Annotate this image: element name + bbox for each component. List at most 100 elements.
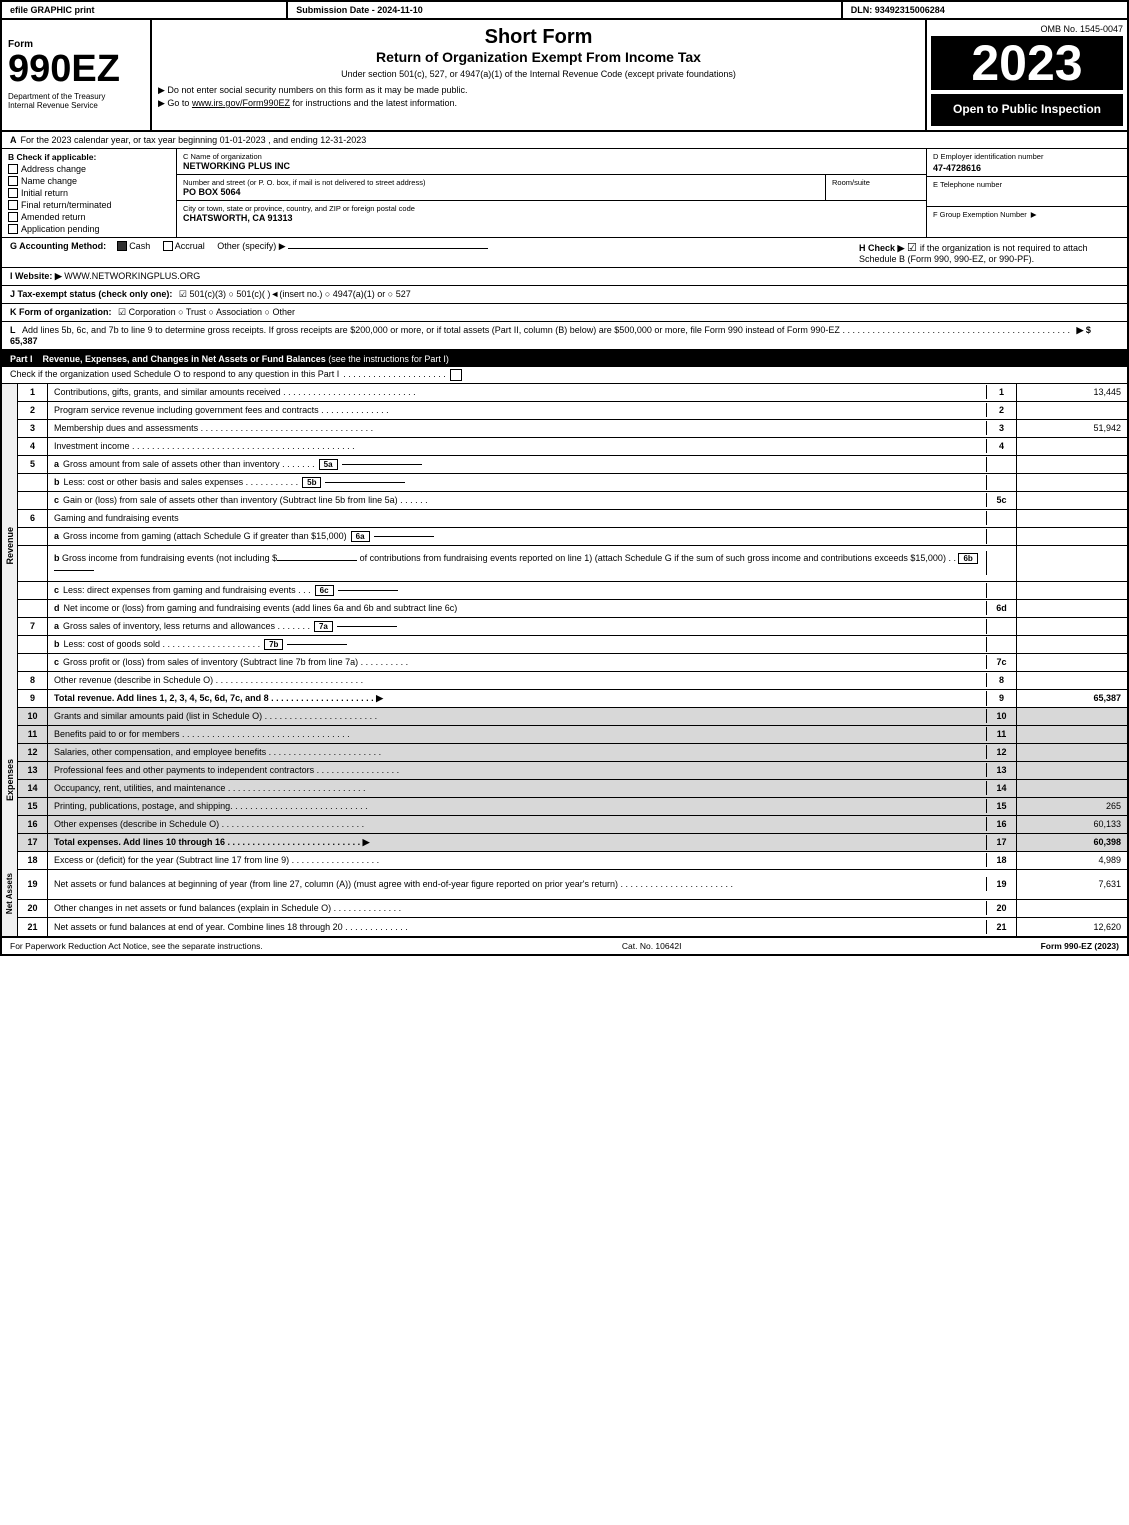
amended-return-checkbox[interactable] (8, 212, 18, 222)
org-name-value: NETWORKING PLUS INC (183, 161, 920, 171)
row-linenum-18: 18 (987, 852, 1017, 869)
accrual-label: Accrual (175, 241, 205, 251)
row-value-3: 51,942 (1017, 423, 1127, 433)
k-label: K Form of organization: (10, 307, 112, 317)
room-label: Room/suite (832, 178, 920, 187)
org-name-label: C Name of organization (183, 152, 920, 161)
net-assets-row-20: 20 Other changes in net assets or fund b… (18, 900, 1127, 918)
row-num-7: 7 (18, 618, 48, 635)
row-num-8: 8 (18, 672, 48, 689)
address-value: PO BOX 5064 (183, 187, 819, 197)
revenue-row-1: 1 Contributions, gifts, grants, and simi… (18, 384, 1127, 402)
other-specify: Other (specify) ▶ (217, 241, 285, 251)
row-value-21: 12,620 (1017, 922, 1127, 932)
revenue-row-6d: d Net income or (loss) from gaming and f… (18, 600, 1127, 618)
year-display: 2023 (931, 36, 1123, 90)
row-desc-5b: b Less: cost or other basis and sales ex… (48, 475, 987, 490)
row-value-9: 65,387 (1017, 693, 1127, 703)
part1-label: Part I (10, 354, 33, 364)
schedule-o-checkbox[interactable] (450, 369, 462, 381)
revenue-row-7c: c Gross profit or (loss) from sales of i… (18, 654, 1127, 672)
row-num-19: 19 (18, 870, 48, 899)
h-checkbox[interactable]: ☑ (907, 242, 920, 254)
city-value: CHATSWORTH, CA 91313 (183, 213, 920, 223)
l-arrow: ▶ $ (1077, 325, 1091, 335)
row-linenum-10: 10 (987, 708, 1017, 725)
part1-check-row: Check if the organization used Schedule … (0, 367, 1129, 384)
expense-row-17: 17 Total expenses. Add lines 10 through … (18, 834, 1127, 852)
row-linenum-9: 9 (987, 690, 1017, 707)
row-desc-3: Membership dues and assessments . . . . … (48, 421, 987, 435)
row-num-16: 16 (18, 816, 48, 833)
k-row: K Form of organization: ☑ Corporation ○ … (0, 304, 1129, 322)
checkbox-name-change: Name change (8, 176, 170, 186)
revenue-row-7a: 7 a Gross sales of inventory, less retur… (18, 618, 1127, 636)
l-label: L (10, 325, 16, 335)
row-value-16: 60,133 (1017, 819, 1127, 829)
row-desc-6a: a Gross income from gaming (attach Sched… (48, 529, 987, 544)
form-990ez-page: efile GRAPHIC print Submission Date - 20… (0, 0, 1129, 956)
row-value-19: 7,631 (1017, 879, 1127, 889)
row-desc-4: Investment income . . . . . . . . . . . … (48, 439, 987, 453)
revenue-row-5a: 5 a Gross amount from sale of assets oth… (18, 456, 1127, 474)
tax-exempt-row: J Tax-exempt status (check only one): ☑ … (0, 286, 1129, 304)
row-num-9: 9 (18, 690, 48, 707)
net-assets-row-18: 18 Excess or (deficit) for the year (Sub… (18, 852, 1127, 870)
revenue-row-6c: c Less: direct expenses from gaming and … (18, 582, 1127, 600)
final-return-label: Final return/terminated (21, 200, 112, 210)
expense-row-14: 14 Occupancy, rent, utilities, and maint… (18, 780, 1127, 798)
cash-label: Cash (129, 241, 150, 251)
row-linenum-14: 14 (987, 780, 1017, 797)
ein-value: 47-4728616 (933, 163, 1121, 173)
cash-checkbox[interactable]: Cash (117, 241, 153, 251)
amended-return-label: Amended return (21, 212, 86, 222)
dept-treasury: Department of the Treasury (8, 92, 144, 101)
row-linenum-5c: 5c (987, 492, 1017, 509)
l-text: Add lines 5b, 6c, and 7b to line 9 to de… (22, 325, 840, 335)
address-change-label: Address change (21, 164, 86, 174)
final-return-checkbox[interactable] (8, 200, 18, 210)
dln: DLN: 93492315006284 (843, 2, 1127, 18)
app-pending-checkbox[interactable] (8, 224, 18, 234)
short-form-title: Short Form (158, 26, 919, 49)
revenue-row-7b: b Less: cost of goods sold . . . . . . .… (18, 636, 1127, 654)
section-b-label: B Check if applicable: (8, 152, 170, 162)
row-desc-15: Printing, publications, postage, and shi… (48, 799, 987, 813)
efile-label: efile GRAPHIC print (2, 2, 288, 18)
revenue-row-5b: b Less: cost or other basis and sales ex… (18, 474, 1127, 492)
revenue-row-8: 8 Other revenue (describe in Schedule O)… (18, 672, 1127, 690)
row-linenum-20: 20 (987, 900, 1017, 917)
row-desc-6b: b Gross income from fundraising events (… (48, 551, 987, 575)
row-linenum-3: 3 (987, 420, 1017, 437)
row-num-12: 12 (18, 744, 48, 761)
i-label: I Website: ▶ (10, 271, 62, 281)
revenue-row-4: 4 Investment income . . . . . . . . . . … (18, 438, 1127, 456)
expense-row-10: 10 Grants and similar amounts paid (list… (18, 708, 1127, 726)
row-num-18: 18 (18, 852, 48, 869)
initial-return-checkbox[interactable] (8, 188, 18, 198)
revenue-row-9: 9 Total revenue. Add lines 1, 2, 3, 4, 5… (18, 690, 1127, 708)
checkbox-final-return: Final return/terminated (8, 200, 170, 210)
section-a-label: A (10, 135, 17, 145)
row-linenum-11: 11 (987, 726, 1017, 743)
j-options: ☑ 501(c)(3) ○ 501(c)( )◄(insert no.) ○ 4… (179, 289, 411, 299)
omb-number: OMB No. 1545-0047 (931, 24, 1123, 34)
expense-row-11: 11 Benefits paid to or for members . . .… (18, 726, 1127, 744)
row-desc-14: Occupancy, rent, utilities, and maintena… (48, 781, 987, 795)
website-url: WWW.NETWORKINGPLUS.ORG (64, 271, 200, 281)
name-change-checkbox[interactable] (8, 176, 18, 186)
paperwork-notice: For Paperwork Reduction Act Notice, see … (10, 941, 263, 951)
row-desc-5c: c Gain or (loss) from sale of assets oth… (48, 493, 987, 507)
g-label: G Accounting Method: (10, 241, 106, 251)
row-value-15: 265 (1017, 801, 1127, 811)
open-public-badge: Open to Public Inspection (931, 94, 1123, 126)
row-linenum-2: 2 (987, 402, 1017, 419)
row-desc-6: Gaming and fundraising events (48, 511, 987, 525)
return-title: Return of Organization Exempt From Incom… (158, 49, 919, 65)
row-num-10: 10 (18, 708, 48, 725)
row-linenum-21: 21 (987, 918, 1017, 936)
schedule-o-text: Check if the organization used Schedule … (10, 369, 339, 381)
address-change-checkbox[interactable] (8, 164, 18, 174)
row-linenum-15: 15 (987, 798, 1017, 815)
section-h: H Check ▶ ☑ if the organization is not r… (859, 241, 1119, 264)
